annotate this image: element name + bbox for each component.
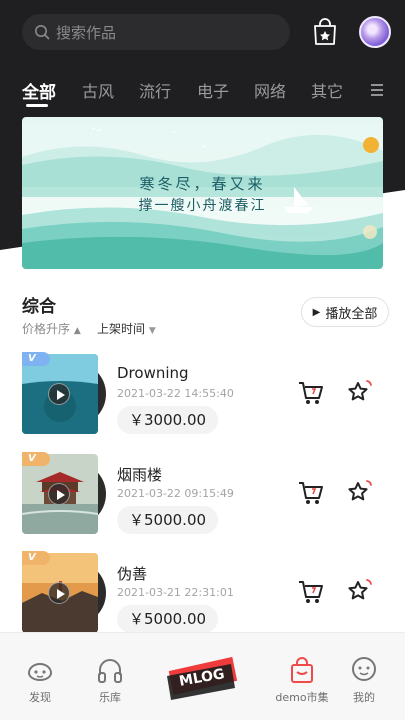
item-date: 2021-03-22 14:55:40 bbox=[117, 387, 234, 400]
cart-icon[interactable] bbox=[298, 480, 324, 506]
tab-pop[interactable]: 流行 bbox=[139, 78, 171, 102]
section-title: 综合 bbox=[22, 297, 56, 317]
sort-time-button[interactable]: 上架时间 ▼ bbox=[97, 320, 156, 337]
tab-all[interactable]: 全部 bbox=[22, 78, 56, 103]
avatar[interactable] bbox=[359, 16, 391, 48]
tab-internet[interactable]: 网络 bbox=[254, 78, 286, 102]
banner-subtitle: 撑一艘小舟渡春江 bbox=[138, 198, 267, 214]
item-title: 烟雨楼 bbox=[117, 466, 163, 484]
vip-badge: V bbox=[22, 352, 50, 366]
banner-title: 寒冬尽，春又来 bbox=[139, 175, 266, 193]
search-bar[interactable]: 搜索作品 bbox=[22, 14, 290, 50]
search-icon bbox=[35, 25, 50, 40]
item-price: ￥3000.00 bbox=[117, 406, 219, 434]
cart-icon[interactable] bbox=[298, 380, 324, 406]
item-price: ￥5000.00 bbox=[117, 605, 219, 633]
item-title: 伪善 bbox=[117, 565, 148, 583]
item-date: 2021-03-21 22:31:01 bbox=[117, 586, 234, 599]
item-date: 2021-03-22 09:15:49 bbox=[117, 487, 234, 500]
shopping-bag-star-icon[interactable] bbox=[312, 18, 338, 46]
favorite-star-icon[interactable] bbox=[346, 478, 374, 506]
play-all-button[interactable]: ▶ 播放全部 bbox=[301, 297, 389, 327]
vip-badge: V bbox=[22, 551, 50, 565]
nav-label: 我的 bbox=[353, 691, 375, 704]
sort-time-label: 上架时间 bbox=[97, 322, 146, 336]
list-item[interactable]: V 烟雨楼 2021-03-22 09:15:49 ￥5000.00 bbox=[0, 452, 405, 538]
favorite-star-icon[interactable] bbox=[346, 577, 374, 605]
cover-play-icon[interactable] bbox=[48, 483, 70, 505]
list-item[interactable]: V Drowning 2021-03-22 14:55:40 ￥3000.00 bbox=[0, 352, 405, 438]
cover-play-icon[interactable] bbox=[48, 582, 70, 604]
cover-play-icon[interactable] bbox=[48, 383, 70, 405]
sort-price-label: 价格升序 bbox=[22, 322, 71, 336]
favorite-star-icon[interactable] bbox=[346, 378, 374, 406]
item-price: ￥5000.00 bbox=[117, 506, 219, 534]
headphones-icon bbox=[98, 659, 122, 683]
profile-icon bbox=[352, 657, 376, 681]
play-icon: ▶ bbox=[312, 306, 321, 318]
play-all-label: 播放全部 bbox=[325, 306, 378, 322]
category-tabs: 全部 古风 流行 电子 网络 其它 bbox=[0, 78, 405, 108]
tab-gufeng[interactable]: 古风 bbox=[82, 78, 114, 102]
item-title: Drowning bbox=[117, 364, 189, 382]
sort-price-button[interactable]: 价格升序 ▲ bbox=[22, 320, 81, 337]
cart-icon[interactable] bbox=[298, 579, 324, 605]
tab-other[interactable]: 其它 bbox=[311, 78, 343, 102]
sort-down-icon: ▼ bbox=[148, 326, 156, 336]
search-placeholder: 搜索作品 bbox=[56, 23, 117, 42]
list-item[interactable]: V 伪善 2021-03-21 22:31:01 ￥5000.00 bbox=[0, 551, 405, 637]
nav-mlog[interactable]: MLOG bbox=[163, 650, 241, 706]
active-tab-indicator bbox=[26, 104, 48, 107]
nav-label: 乐库 bbox=[99, 691, 121, 704]
menu-icon[interactable] bbox=[370, 83, 384, 97]
promo-banner[interactable]: 寒冬尽，春又来 撑一艘小舟渡春江 bbox=[22, 117, 383, 269]
tab-electronic[interactable]: 电子 bbox=[197, 78, 229, 102]
nav-label: 发现 bbox=[29, 691, 51, 704]
sort-up-icon: ▲ bbox=[73, 326, 81, 336]
vip-badge: V bbox=[22, 452, 50, 466]
nav-label: demo市集 bbox=[275, 691, 329, 704]
discover-icon bbox=[27, 663, 53, 681]
market-bag-icon bbox=[291, 657, 313, 683]
